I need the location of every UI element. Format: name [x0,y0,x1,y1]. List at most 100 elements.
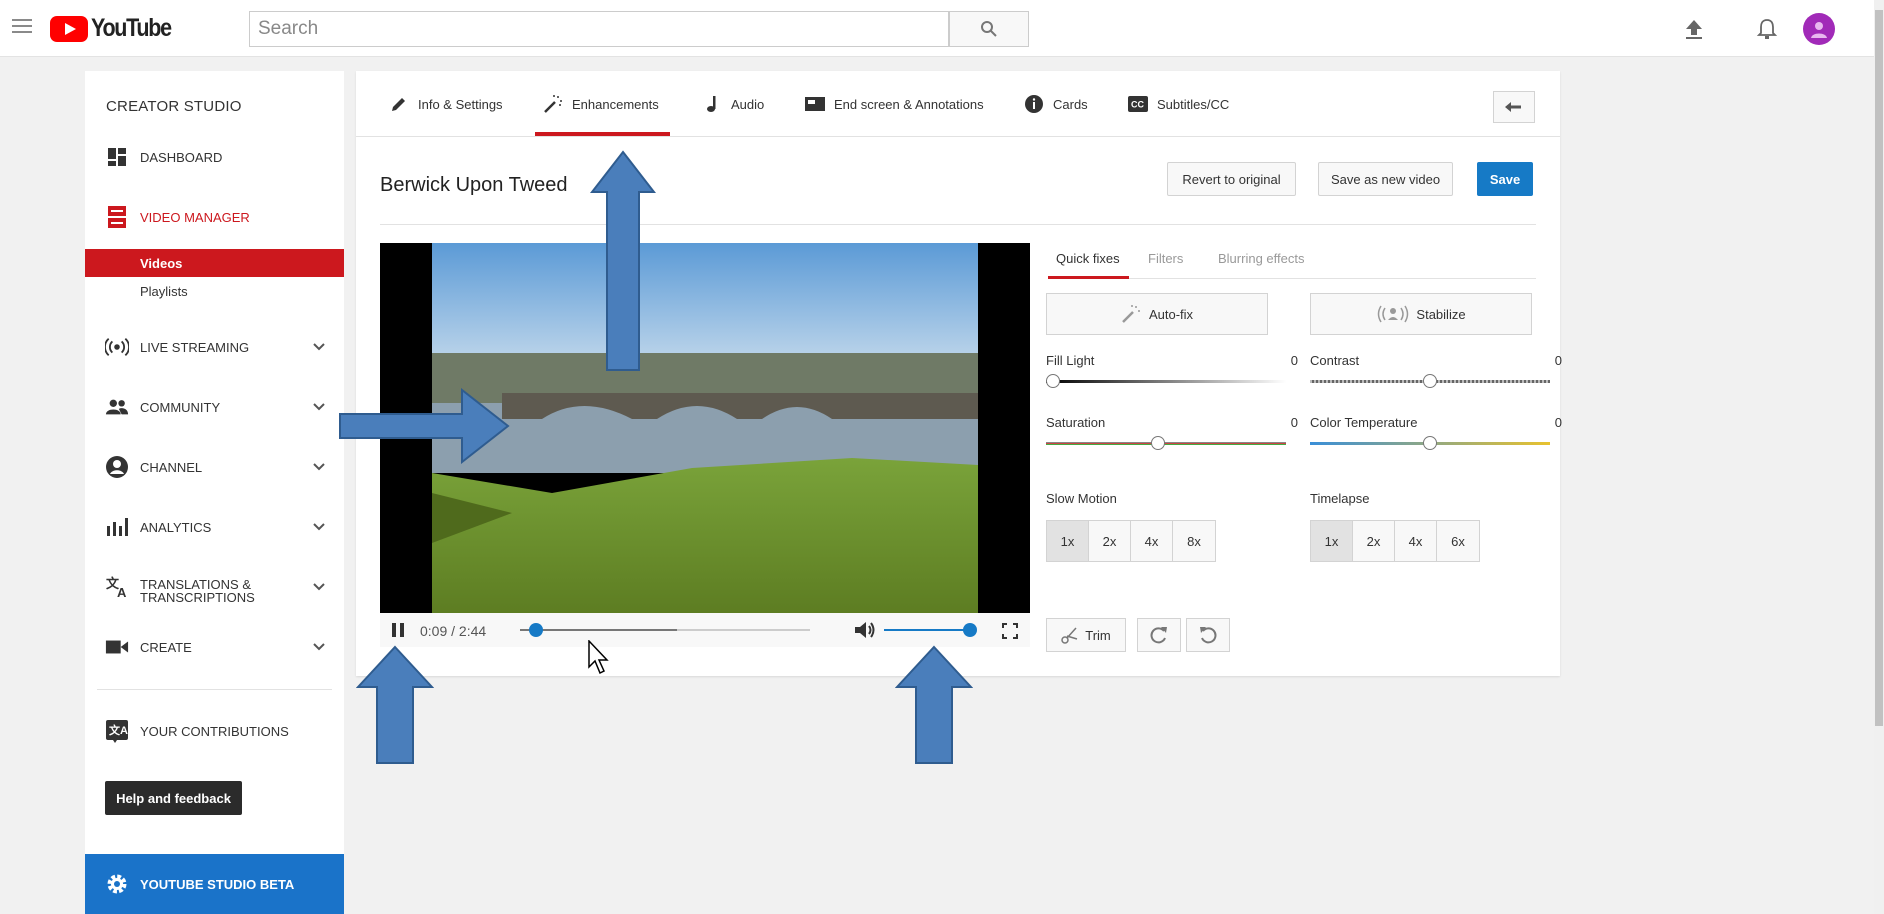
slow-motion-8x[interactable]: 8x [1173,521,1215,561]
save-as-new-button[interactable]: Save as new video [1318,162,1453,196]
gear-icon [107,874,127,894]
fill-light-knob[interactable] [1046,374,1060,388]
help-feedback-button[interactable]: Help and feedback [105,781,242,815]
revert-button[interactable]: Revert to original [1167,162,1296,196]
subtab-quick-fixes[interactable]: Quick fixes [1056,251,1120,266]
sidebar-item-label: LIVE STREAMING [140,339,250,355]
tab-subtitles[interactable]: CC Subtitles/CC [1128,71,1229,137]
search-box [249,11,949,47]
tab-label: Subtitles/CC [1157,96,1230,112]
player-controls: 0:09 / 2:44 [380,613,1030,647]
bar-chart-icon [105,515,129,539]
volume-slider[interactable] [884,623,977,637]
magic-wand-icon [1122,305,1140,323]
video-frame [432,243,978,613]
timelapse-2x[interactable]: 2x [1353,521,1395,561]
sidebar-subitem-videos[interactable]: Videos [85,249,344,277]
upload-button[interactable] [1679,14,1709,44]
sidebar-item-translations[interactable]: 文A TRANSLATIONS & TRANSCRIPTIONS [85,567,344,607]
slow-motion-1x[interactable]: 1x [1047,521,1089,561]
video-camera-icon [105,635,129,659]
timelapse-1x[interactable]: 1x [1311,521,1353,561]
sidebar-item-dashboard[interactable]: DASHBOARD [85,137,344,177]
search-input[interactable] [250,12,948,46]
volume-knob[interactable] [963,623,977,637]
chevron-down-icon [313,403,325,411]
color-temperature-slider[interactable] [1310,436,1550,450]
save-button[interactable]: Save [1477,162,1533,196]
dashboard-icon [105,145,129,169]
svg-text:文A: 文A [109,723,128,737]
sidebar-subitem-playlists[interactable]: Playlists [85,277,344,305]
sidebar-item-live-streaming[interactable]: LIVE STREAMING [85,327,344,367]
contrast-slider[interactable] [1310,374,1550,388]
youtube-play-icon [50,15,88,42]
page-scrollbar[interactable] [1874,0,1884,914]
active-tab-indicator [535,132,670,136]
subtab-blurring-effects[interactable]: Blurring effects [1218,251,1304,266]
slow-motion-4x[interactable]: 4x [1131,521,1173,561]
sidebar-item-your-contributions[interactable]: 文A YOUR CONTRIBUTIONS [85,711,344,751]
annotation-arrow-up-icon [590,150,656,371]
youtube-studio-beta-button[interactable]: YOUTUBE STUDIO BETA [85,854,344,914]
saturation-slider[interactable] [1046,436,1286,450]
sidebar-item-community[interactable]: COMMUNITY [85,387,344,427]
menu-icon[interactable] [12,19,32,35]
sidebar-item-label: VIDEO MANAGER [140,209,250,225]
annotation-arrow-right-icon [339,388,510,464]
youtube-logo[interactable]: YouTube [50,14,184,43]
tab-cards[interactable]: Cards [1024,71,1088,137]
fill-light-slider[interactable] [1046,374,1286,388]
saturation-value: 0 [1290,415,1298,430]
svg-text:A: A [117,585,127,599]
sidebar-item-analytics[interactable]: ANALYTICS [85,507,344,547]
progress-knob[interactable] [528,623,543,637]
tab-label: Enhancements [572,96,659,112]
sidebar-subitem-label: Playlists [140,284,188,299]
chevron-down-icon [313,523,325,531]
auto-fix-button[interactable]: Auto-fix [1046,293,1268,335]
tab-end-screen[interactable]: End screen & Annotations [805,71,984,137]
color-temperature-knob[interactable] [1423,436,1437,450]
rotate-left-button[interactable] [1186,618,1230,652]
notifications-button[interactable] [1752,14,1782,44]
tab-audio[interactable]: Audio [702,71,764,137]
progress-bar[interactable] [520,623,810,637]
sidebar-subitem-label: Videos [140,256,183,271]
contrast-knob[interactable] [1423,374,1437,388]
auto-fix-label: Auto-fix [1148,306,1194,322]
scissors-icon [1061,627,1078,644]
end-screen-icon [805,94,825,114]
subtab-filters[interactable]: Filters [1148,251,1183,266]
translate-icon: 文A [105,575,129,599]
pause-icon[interactable] [390,622,406,638]
tab-info-settings[interactable]: Info & Settings [389,71,503,137]
active-subtab-indicator [1048,276,1129,279]
search-button[interactable] [949,11,1029,47]
sidebar-item-label: DASHBOARD [140,149,223,165]
timelapse-4x[interactable]: 4x [1395,521,1437,561]
timelapse-label: Timelapse [1310,491,1370,506]
sidebar-divider [97,689,332,690]
tab-label: End screen & Annotations [834,96,984,112]
back-button[interactable] [1493,91,1535,123]
sidebar-item-channel[interactable]: CHANNEL [85,447,344,487]
rotate-right-button[interactable] [1137,618,1181,652]
scrollbar-thumb[interactable] [1875,10,1883,726]
volume-icon[interactable] [854,620,876,640]
upload-icon [1686,20,1702,39]
annotation-arrow-up-icon [895,645,973,764]
avatar[interactable] [1803,13,1835,45]
fullscreen-icon[interactable] [1002,623,1018,639]
tab-enhancements[interactable]: Enhancements [543,71,659,137]
contrast-label: Contrast [1310,353,1360,368]
sidebar-item-label: TRANSCRIPTIONS [140,590,255,605]
timelapse-6x[interactable]: 6x [1437,521,1479,561]
saturation-knob[interactable] [1151,436,1165,450]
slow-motion-2x[interactable]: 2x [1089,521,1131,561]
chevron-down-icon [313,463,325,471]
trim-button[interactable]: Trim [1046,618,1126,652]
sidebar-item-video-manager[interactable]: VIDEO MANAGER [85,197,344,237]
stabilize-button[interactable]: Stabilize [1310,293,1532,335]
sidebar-item-create[interactable]: CREATE [85,627,344,667]
